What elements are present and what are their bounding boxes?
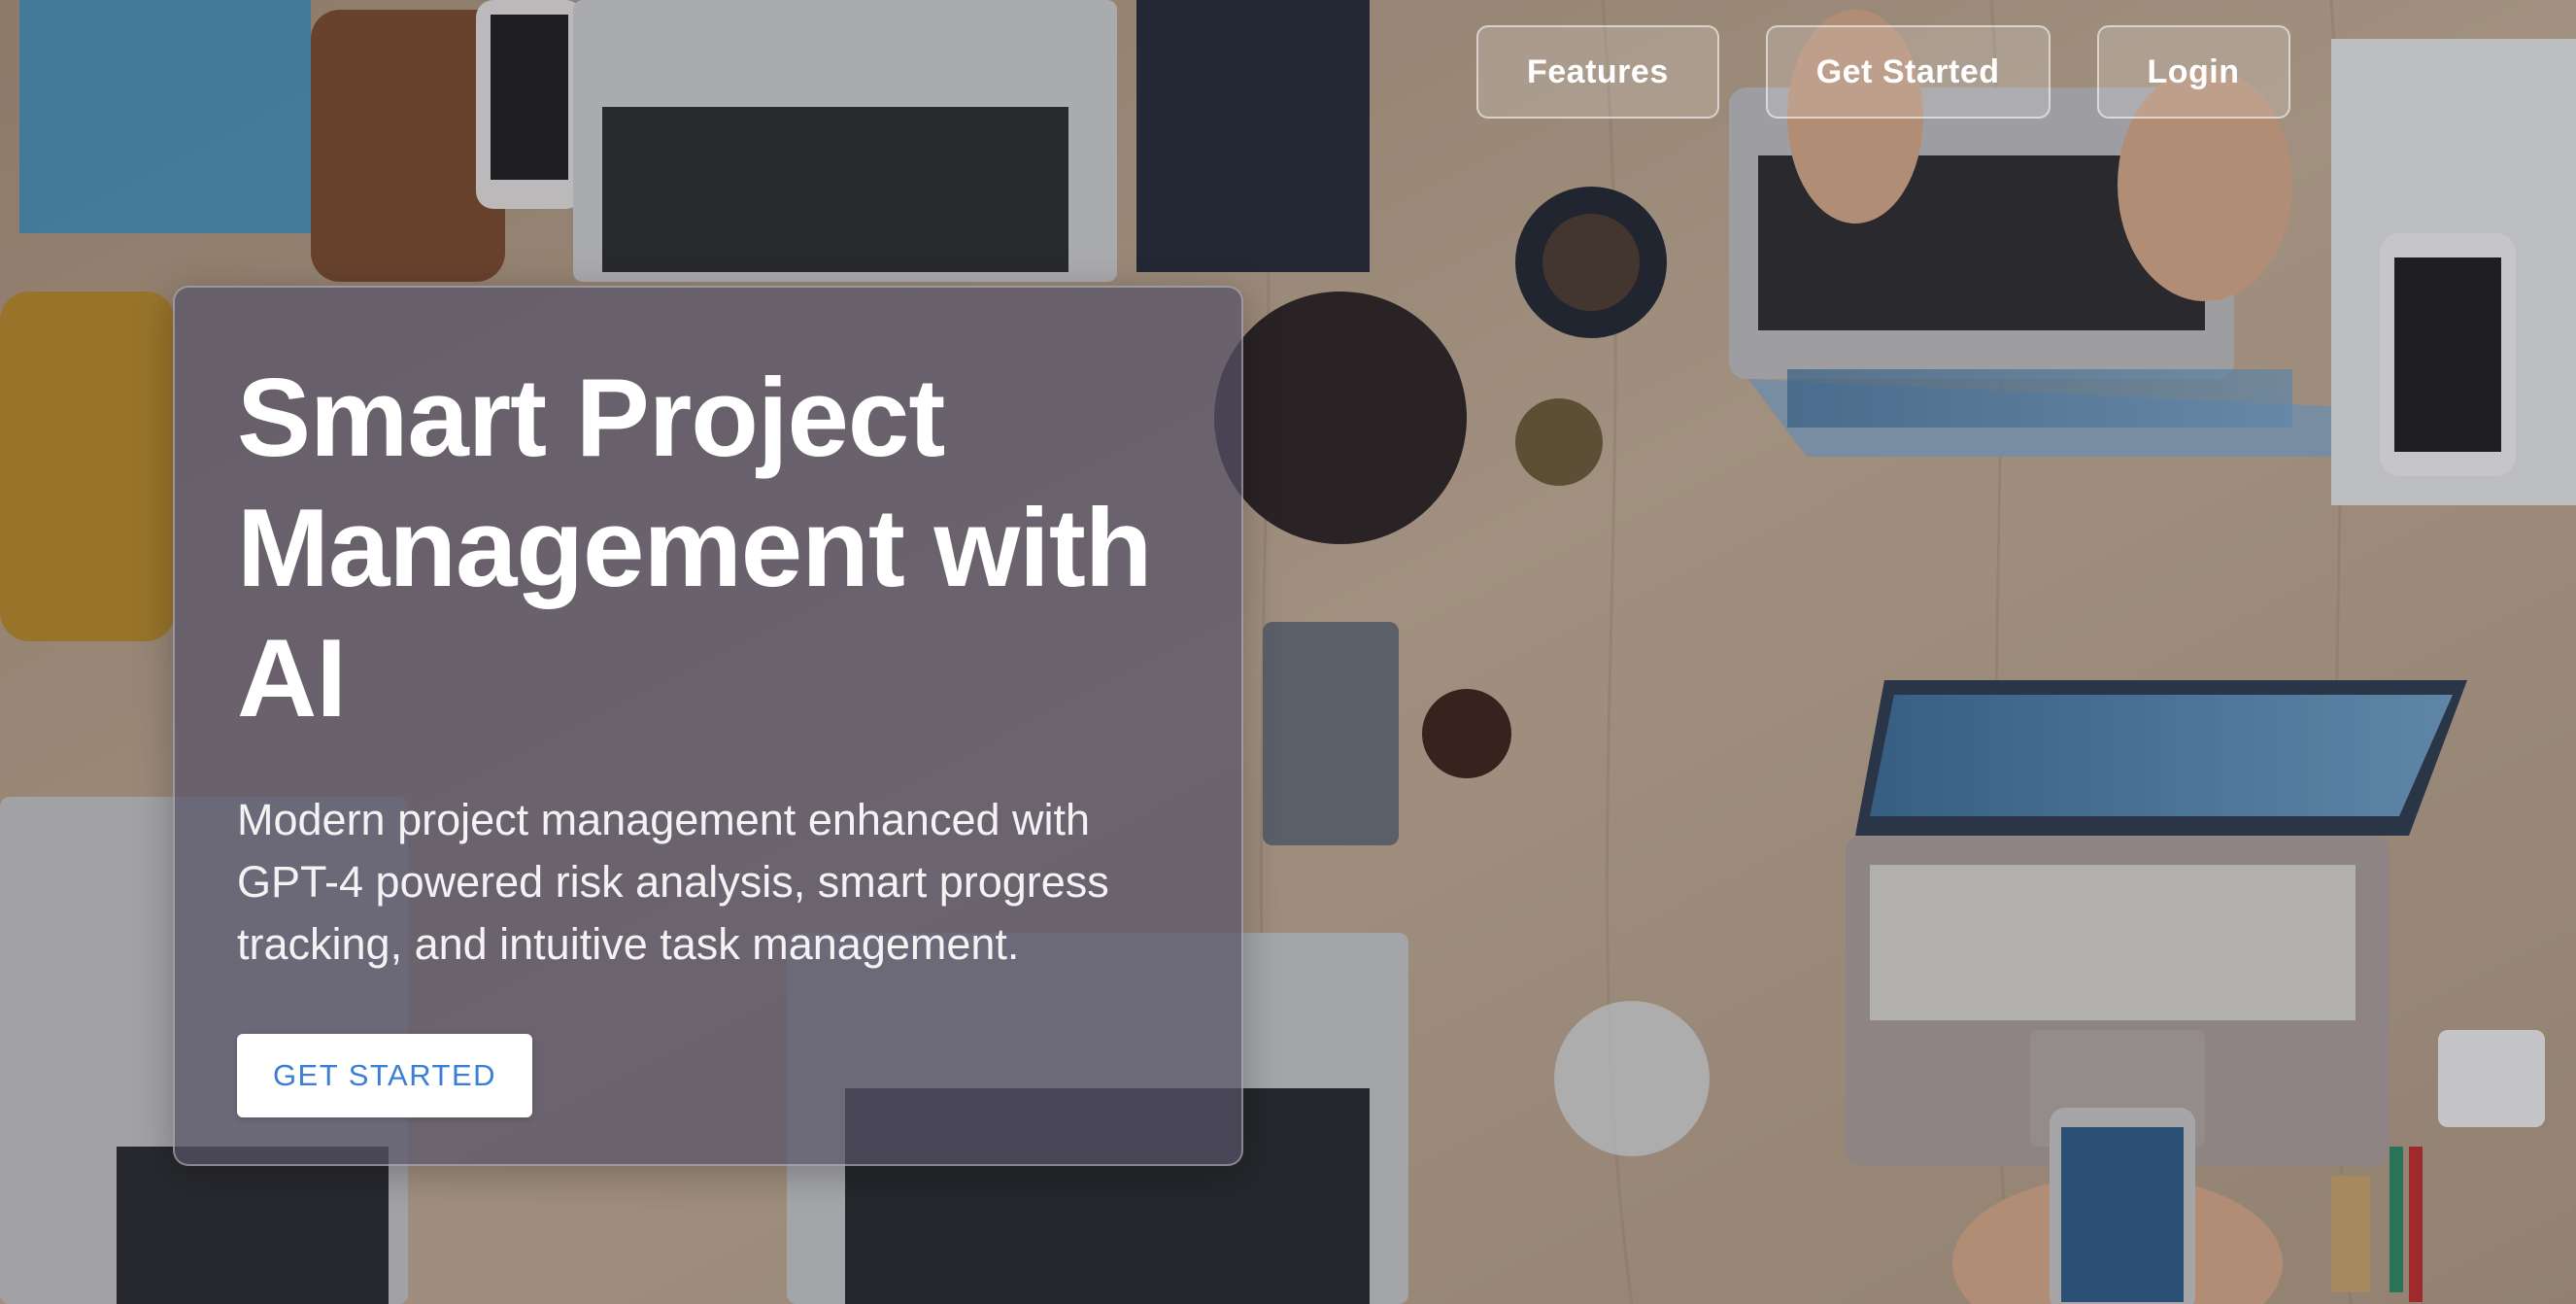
nav-features-button[interactable]: Features <box>1476 25 1719 119</box>
nav-get-started-button[interactable]: Get Started <box>1765 25 2051 119</box>
top-navigation: Features Get Started Login <box>1476 25 2290 119</box>
hero-card: Smart Project Management with AI Modern … <box>173 286 1243 1166</box>
hero-title: Smart Project Management with AI <box>237 357 1152 740</box>
hero-get-started-button[interactable]: GET STARTED <box>237 1034 532 1117</box>
nav-login-button[interactable]: Login <box>2096 25 2290 119</box>
hero-subtitle: Modern project management enhanced with … <box>237 795 1109 969</box>
hero-section: Features Get Started Login Smart Project… <box>0 0 2576 1304</box>
